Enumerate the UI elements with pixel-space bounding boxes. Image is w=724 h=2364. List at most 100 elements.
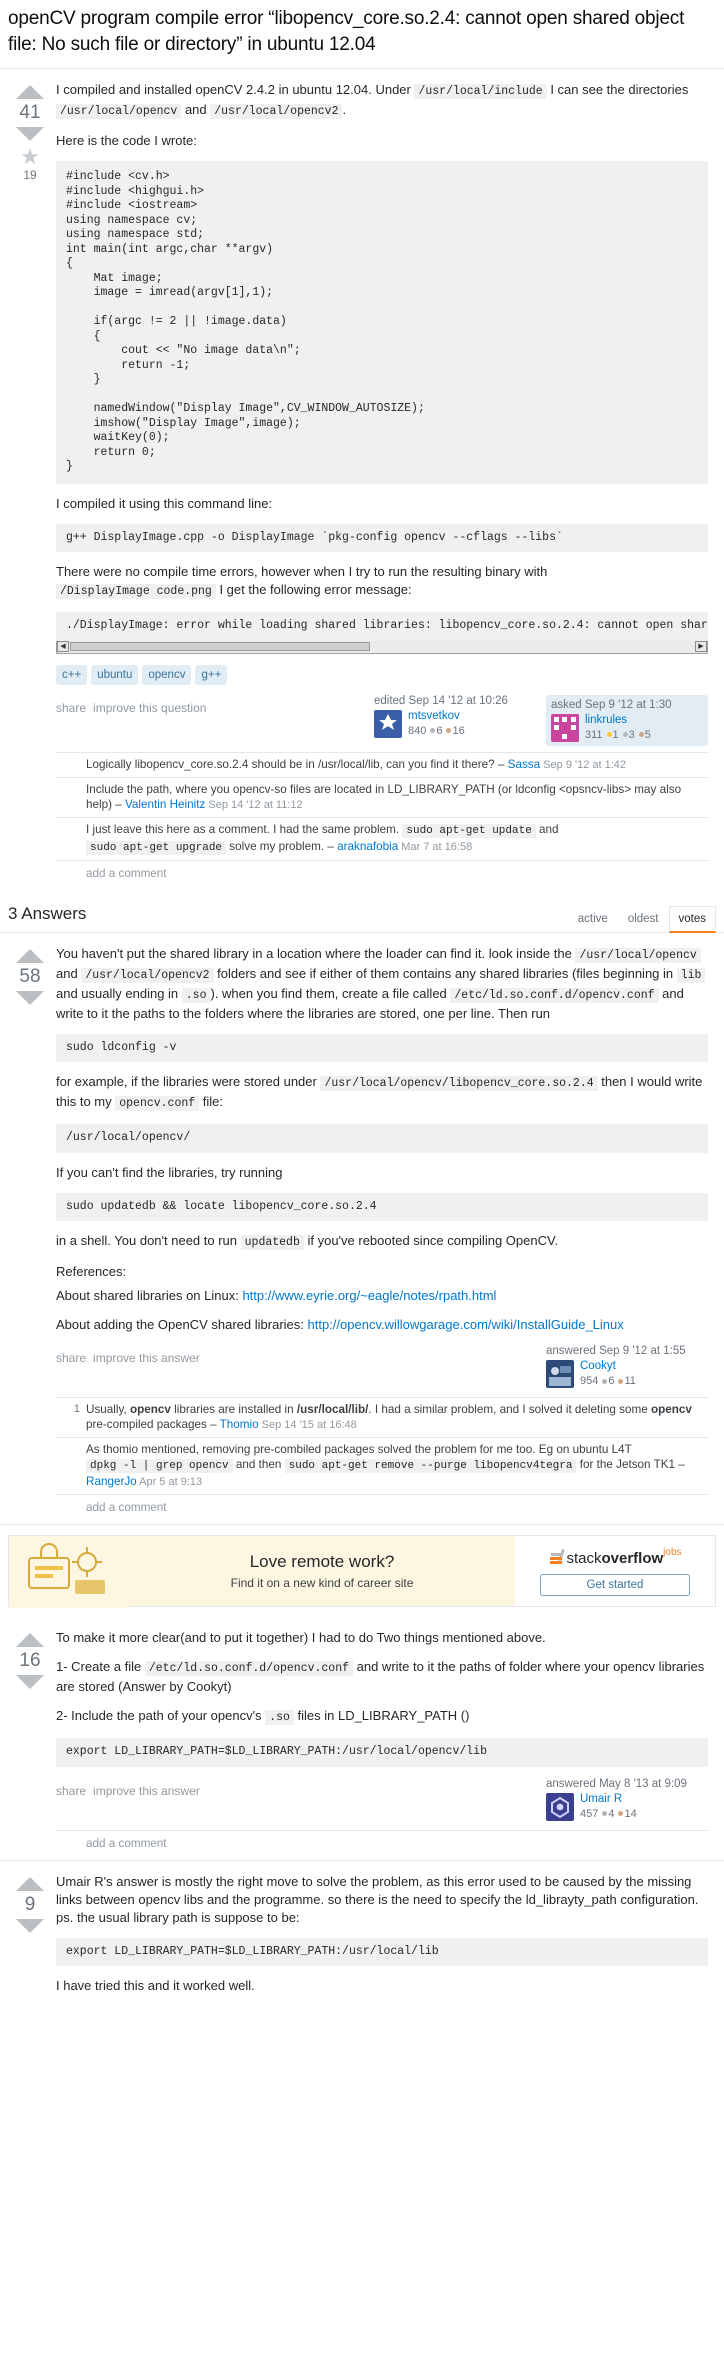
comment-body-c: . I had a similar problem, and I solved … [368,1403,651,1416]
answerer-card: answered Sep 9 '12 at 1:55 Cookyt 954 6 … [546,1345,708,1388]
comment-author[interactable]: Thomio [220,1418,259,1431]
answerer-rep-value: 954 [580,1375,599,1387]
answerer-info: Cookyt 954 6 11 [580,1360,636,1388]
answer-3-layout: 9 Umair R's answer is mostly the right m… [0,1861,724,2007]
add-comment-link[interactable]: add a comment [56,861,708,888]
tag-ubuntu[interactable]: ubuntu [91,664,139,685]
answerer-bronze-count: 14 [624,1807,637,1820]
comment-author[interactable]: Sassa [508,758,540,771]
q-inline-code-run: /DisplayImage code.png [56,584,216,599]
comment-inline-code: sudo apt-get update [402,823,536,838]
tab-votes[interactable]: votes [668,905,716,933]
comment-date[interactable]: Sep 14 '12 at 11:12 [205,799,302,811]
upvote-arrow-icon[interactable] [16,85,44,99]
upvote-arrow-icon[interactable] [16,1633,44,1647]
asker-avatar[interactable] [551,713,579,742]
a1-para-4: in a shell. You don't need to run update… [56,1232,708,1252]
downvote-arrow-icon[interactable] [16,1675,44,1689]
a2-para-1: To make it more clear(and to put it toge… [56,1630,546,1645]
answer-1-user-cards: answered Sep 9 '12 at 1:55 Cookyt 954 6 … [546,1345,708,1388]
add-comment-link[interactable]: add a comment [56,1831,708,1858]
answerer-name[interactable]: Umair R [580,1793,637,1806]
job-ad-banner[interactable]: Love remote work? Find it on a new kind … [8,1535,716,1608]
question-para-4: There were no compile time errors, howev… [56,563,708,601]
tag-gpp[interactable]: g++ [195,664,228,685]
comment-date[interactable]: Apr 5 at 9:13 [137,1476,202,1488]
ad-logo-light: stack [566,1549,602,1567]
tab-active[interactable]: active [568,906,618,933]
favorite-star-icon[interactable]: ★ [4,146,56,168]
share-link[interactable]: share [56,1351,86,1365]
add-comment-link[interactable]: add a comment [56,1495,708,1522]
answerer-reputation: 457 4 14 [580,1808,637,1821]
comment-text: Logically libopencv_core.so.2.4 should b… [86,757,700,773]
comment-body-a: Usually, [86,1403,130,1416]
comment-date[interactable]: Sep 14 '15 at 16:48 [259,1419,357,1431]
question-error-block: ./DisplayImage: error while loading shar… [56,612,708,641]
improve-answer-link[interactable]: improve this answer [93,1351,200,1365]
answer-date[interactable]: May 8 '13 at 9:09 [599,1778,687,1790]
question-tags: c++ ubuntu opencv g++ [56,664,708,689]
editor-avatar[interactable] [374,709,402,738]
edit-date[interactable]: Sep 14 '12 at 10:26 [409,695,508,707]
editor-card: edited Sep 14 '12 at 10:26 mtsvetkov 840… [374,695,536,746]
tab-oldest[interactable]: oldest [618,906,669,933]
error-block-scrollbar[interactable]: ◀ ▶ [56,640,708,654]
answerer-silver-count: 4 [608,1807,615,1820]
scrollbar-thumb[interactable] [70,641,370,651]
a1-ref2-link[interactable]: http://opencv.willowgarage.com/wiki/Inst… [308,1317,624,1332]
ask-date[interactable]: Sep 9 '12 at 1:30 [585,699,672,711]
answerer-silver-count: 6 [608,1375,615,1387]
ad-cta-area: stackoverflowjobs Get started [515,1536,715,1606]
answer-1-meta: share improve this answer answered Sep 9 … [56,1345,708,1391]
tag-cpp[interactable]: c++ [56,664,88,685]
scroll-left-icon[interactable]: ◀ [57,640,69,652]
a1-ref1-link[interactable]: http://www.eyrie.org/~eagle/notes/rpath.… [242,1288,496,1303]
question-user-cards: edited Sep 14 '12 at 10:26 mtsvetkov 840… [374,694,708,746]
answerer-name[interactable]: Cookyt [580,1360,636,1373]
stackoverflow-jobs-logo: stackoverflowjobs [548,1547,682,1567]
improve-question-link[interactable]: improve this question [93,701,206,715]
editor-rep-value: 840 [408,724,427,737]
comment-author[interactable]: araknafobia [337,840,398,853]
comment-author[interactable]: RangerJo [86,1475,137,1488]
comment-date[interactable]: Mar 7 at 16:58 [398,841,472,853]
upvote-arrow-icon[interactable] [16,1876,44,1891]
a1-text-e: ). when you find them, create a file cal… [210,985,451,1001]
a1-ref-1: About shared libraries on Linux: http://… [56,1287,708,1305]
a1-cmd-ldconfig: sudo ldconfig -v [56,1033,708,1062]
answer-3-cell: Umair R's answer is mostly the right mov… [56,1871,716,2007]
a1-code-lib: lib [676,967,706,983]
q-inline-code-include: /usr/local/include [414,84,547,99]
improve-answer-link[interactable]: improve this answer [93,1784,200,1798]
editor-name[interactable]: mtsvetkov [408,710,465,723]
upvote-arrow-icon[interactable] [16,948,44,963]
tag-opencv[interactable]: opencv [142,664,192,685]
question-para-1: I compiled and installed openCV 2.4.2 in… [56,81,708,121]
answerer-avatar[interactable] [546,1792,574,1821]
answerer-avatar[interactable] [546,1360,574,1388]
q-p1-text-d: . [342,102,347,117]
comment-date[interactable]: Sep 9 '12 at 1:42 [540,759,626,771]
a1-code-libpath: /usr/local/opencv/libopencv_core.so.2.4 [320,1076,598,1091]
downvote-arrow-icon[interactable] [16,990,44,1005]
comment-bold-opencv2: opencv [650,1403,692,1416]
comment-author[interactable]: Valentin Heinitz [125,798,205,811]
a1-references-label: References: [56,1264,127,1279]
answers-count: 3 Answers [8,903,87,923]
answer-sort-tabs: active oldest votes [568,905,716,933]
answer-2-meta: share improve this answer answered May 8 … [56,1778,708,1824]
downvote-arrow-icon[interactable] [16,1918,44,1933]
scroll-right-icon[interactable]: ▶ [695,640,707,652]
ad-get-started-button[interactable]: Get started [540,1573,690,1596]
asker-name[interactable]: linkrules [585,714,651,727]
answer-2-body: To make it more clear(and to put it toge… [56,1629,708,1767]
answer-2-user-cards: answered May 8 '13 at 9:09 Umair R 457 4… [546,1778,708,1821]
answer-date[interactable]: Sep 9 '12 at 1:55 [599,1345,686,1357]
editor-gold-count: 6 [436,724,443,737]
share-link[interactable]: share [56,1784,86,1798]
question-post: 41 ★ 19 I compiled and installed openCV … [0,69,724,888]
share-link[interactable]: share [56,701,86,715]
downvote-arrow-icon[interactable] [16,127,44,141]
a1-code-opencvconf: opencv.conf [115,1096,200,1111]
